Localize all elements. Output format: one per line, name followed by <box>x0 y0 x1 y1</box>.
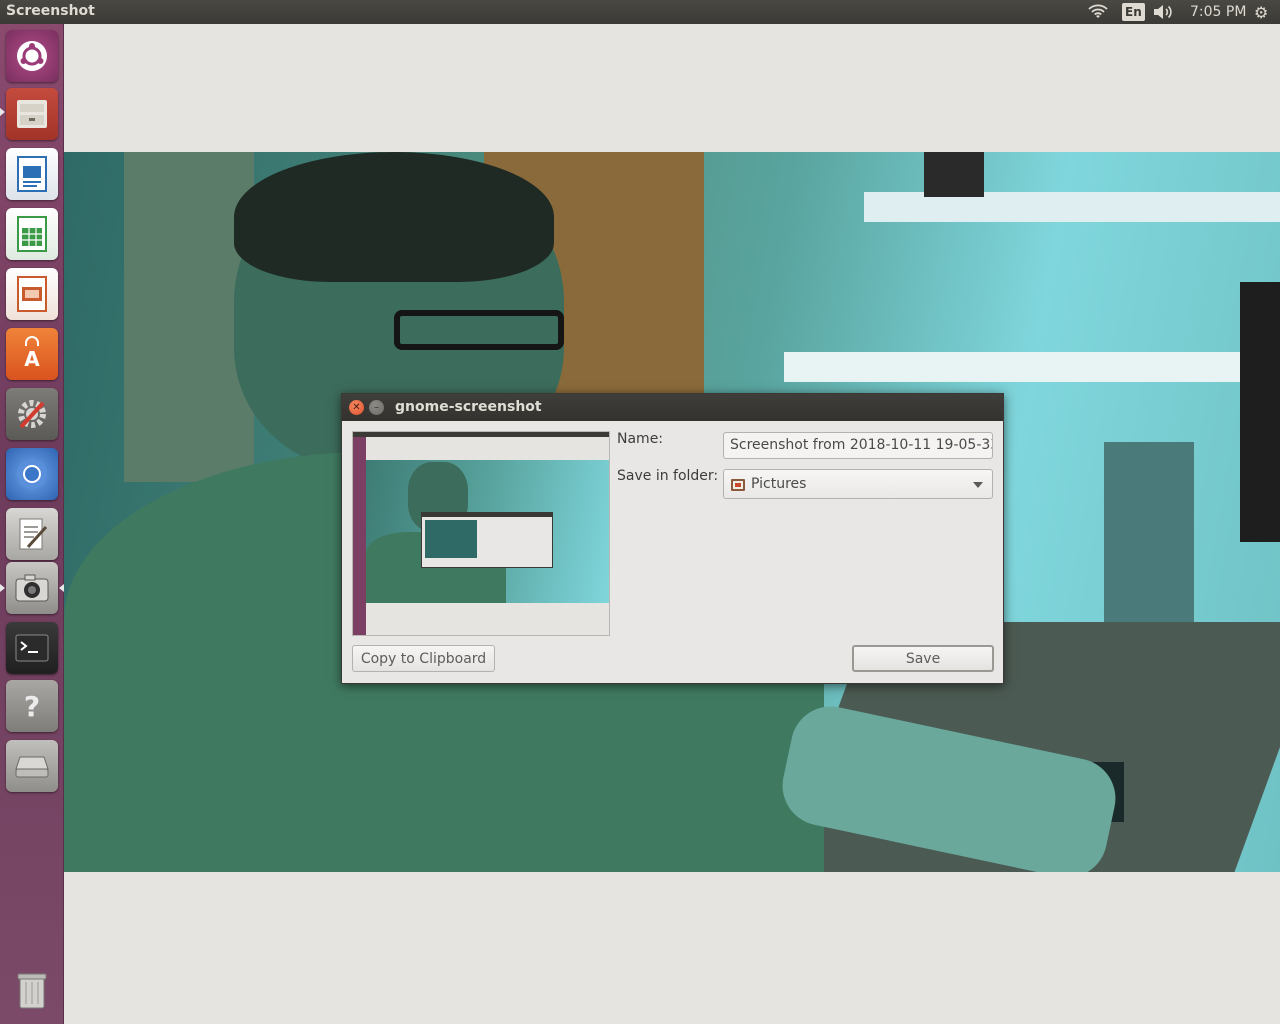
folder-value: Pictures <box>751 476 807 492</box>
running-indicator <box>0 108 5 116</box>
running-indicator <box>0 584 5 592</box>
screenshot-dialog: ✕ – gnome-screenshot Name: Save in folde… <box>341 393 1004 684</box>
close-icon[interactable]: ✕ <box>349 400 364 415</box>
camera-icon[interactable] <box>6 562 58 614</box>
chromium-icon[interactable] <box>6 448 58 500</box>
text-editor-icon[interactable] <box>6 508 58 560</box>
language-label: En <box>1122 3 1145 21</box>
software-bag-icon[interactable]: A <box>6 328 58 380</box>
launcher: A ? <box>0 24 64 1024</box>
ubuntu-logo-icon[interactable] <box>6 30 58 82</box>
help-icon[interactable]: ? <box>6 680 58 732</box>
shelf-box <box>924 152 984 197</box>
minimize-icon[interactable]: – <box>369 400 384 415</box>
svg-text:?: ? <box>24 690 40 723</box>
top-panel: Screenshot En 7:05 PM ⚙ <box>0 0 1280 24</box>
svg-text:A: A <box>24 347 40 371</box>
language-indicator[interactable]: En <box>1122 0 1145 24</box>
calc-spreadsheet-icon[interactable] <box>6 208 58 260</box>
desk-top <box>784 352 1280 382</box>
folder-select[interactable]: Pictures <box>723 469 993 499</box>
cardboard-box <box>1104 442 1194 622</box>
volume-icon[interactable] <box>1152 0 1178 24</box>
copy-to-clipboard-button[interactable]: Copy to Clipboard <box>352 645 495 672</box>
folder-icon <box>731 479 745 491</box>
monitor <box>1240 282 1280 542</box>
app-title: Screenshot <box>6 3 95 19</box>
glasses <box>394 310 564 350</box>
screenshot-preview <box>352 431 610 636</box>
wifi-icon[interactable] <box>1088 0 1110 24</box>
dialog-titlebar[interactable]: ✕ – gnome-screenshot <box>342 394 1003 421</box>
filename-input[interactable]: Screenshot from 2018-10-11 19-05-33.png <box>723 432 993 459</box>
dialog-title: gnome-screenshot <box>395 399 542 415</box>
impress-presentation-icon[interactable] <box>6 268 58 320</box>
terminal-icon[interactable] <box>6 622 58 674</box>
gear-icon[interactable]: ⚙ <box>1254 0 1274 24</box>
trash-icon[interactable] <box>6 964 58 1016</box>
save-button[interactable]: Save <box>852 645 994 672</box>
settings-tools-icon[interactable] <box>6 388 58 440</box>
name-label: Name: <box>617 431 664 447</box>
file-cabinet-icon[interactable] <box>6 88 58 140</box>
chevron-down-icon <box>973 482 983 488</box>
writer-document-icon[interactable] <box>6 148 58 200</box>
clock[interactable]: 7:05 PM <box>1190 0 1246 24</box>
person-hair <box>234 152 554 282</box>
save-in-folder-label: Save in folder: <box>617 468 719 484</box>
drive-icon[interactable] <box>6 740 58 792</box>
